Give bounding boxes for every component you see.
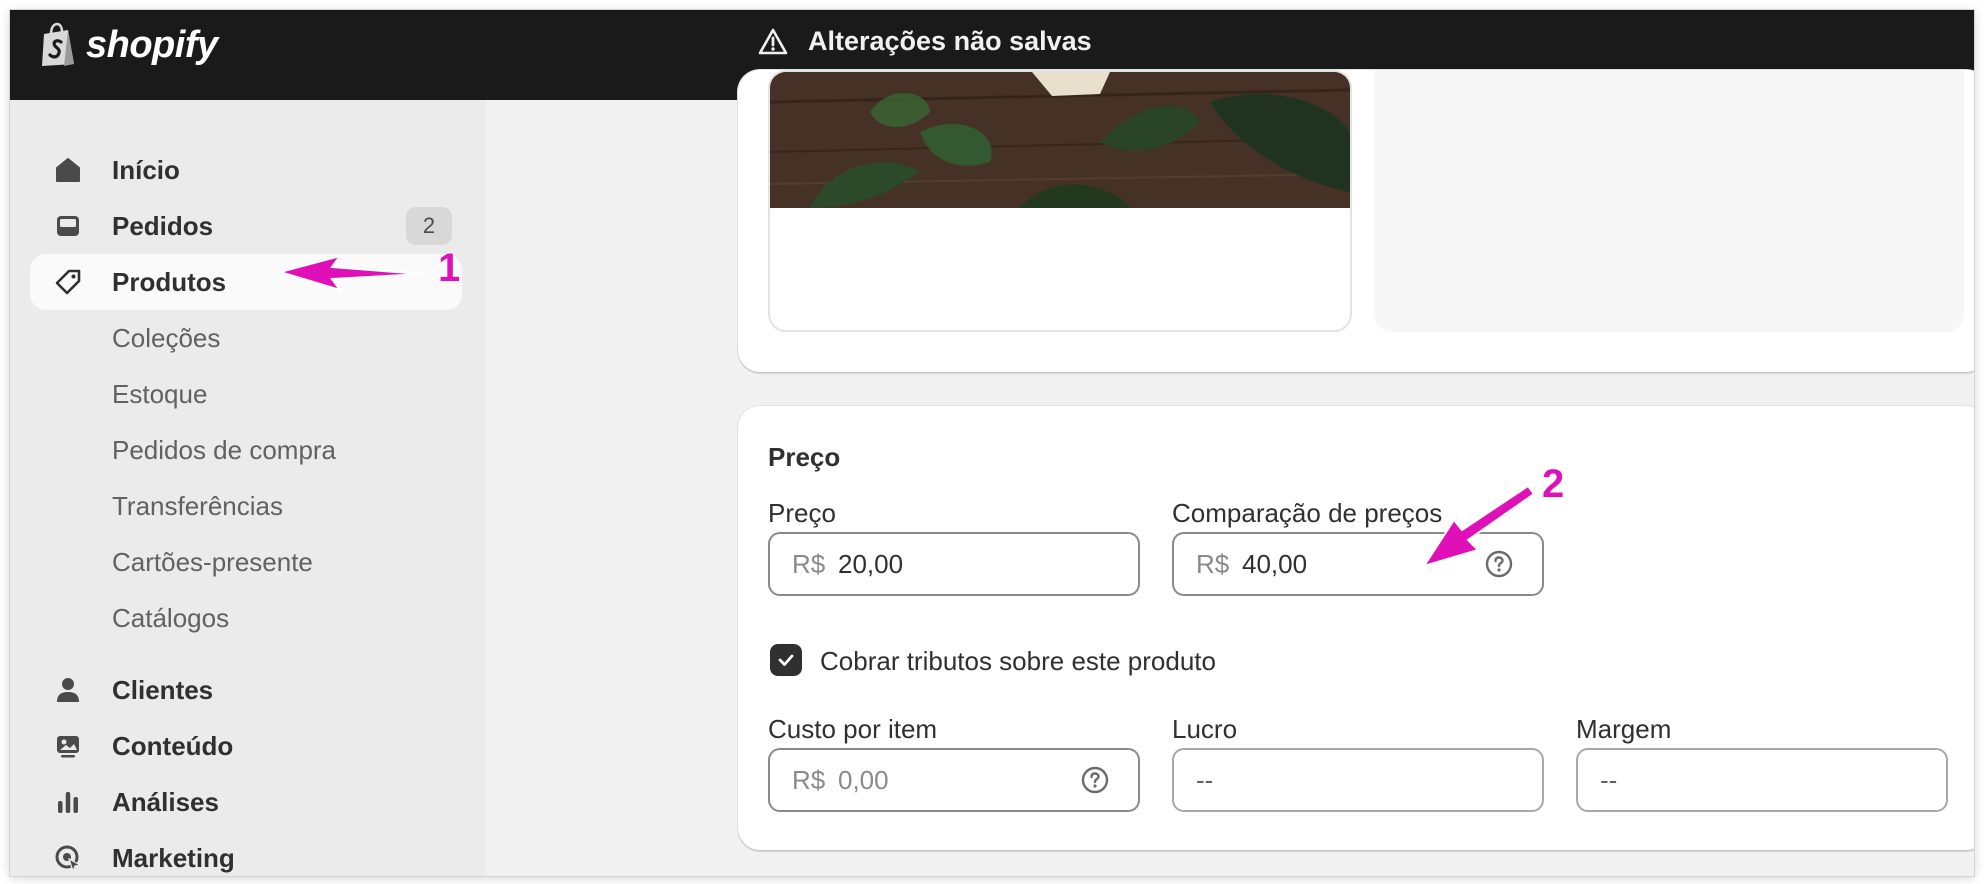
target-icon [52, 842, 84, 874]
sidebar-item-conteudo[interactable]: Conteúdo [30, 718, 462, 774]
media-area [1374, 70, 1964, 332]
compare-at-price-field[interactable]: R$ 40,00 [1172, 532, 1544, 596]
sidebar-item-label: Estoque [112, 378, 208, 409]
warning-icon [758, 28, 788, 54]
compare-at-price-label: Comparação de preços [1172, 498, 1443, 528]
profit-field: -- [1172, 748, 1544, 812]
help-icon[interactable] [1080, 765, 1110, 795]
sidebar-item-transferencias[interactable]: Transferências [30, 478, 462, 534]
compare-at-price-value: 40,00 [1242, 548, 1308, 579]
logo-wordmark: shopify [86, 23, 218, 66]
sidebar-item-clientes[interactable]: Clientes [30, 662, 462, 718]
sidebar-item-colecoes[interactable]: Coleções [30, 310, 462, 366]
sidebar-item-label: Cartões-presente [112, 546, 313, 577]
sidebar-item-label: Pedidos [112, 210, 214, 241]
currency-prefix: R$ [1196, 548, 1230, 579]
currency-prefix: R$ [792, 548, 826, 579]
sidebar-item-label: Pedidos de compra [112, 434, 337, 465]
unsaved-changes-text: Alterações não salvas [808, 26, 1092, 56]
charge-tax-label[interactable]: Cobrar tributos sobre este produto [820, 646, 1216, 677]
cost-per-item-placeholder: 0,00 [838, 764, 889, 795]
main-content: Preço Preço R$ 20,00 Comparação de preço… [486, 70, 1974, 876]
currency-prefix: R$ [792, 764, 826, 795]
orders-count-badge: 2 [406, 207, 452, 245]
media-card [738, 70, 1974, 372]
sidebar-item-label: Clientes [112, 674, 214, 705]
inbox-icon [52, 210, 84, 242]
sidebar-item-label: Transferências [112, 490, 283, 521]
price-value: 20,00 [838, 548, 904, 579]
sidebar-nav: Início Pedidos 2 Produtos Coleções Estoq… [10, 100, 486, 876]
shopify-bag-icon [42, 22, 74, 66]
product-photo [770, 72, 1350, 208]
sidebar-item-label: Coleções [112, 322, 221, 353]
app-window: shopify Alterações não salvas Início Ped… [10, 10, 1974, 876]
sidebar-item-catalogos[interactable]: Catálogos [30, 590, 462, 646]
person-icon [52, 674, 84, 706]
sidebar-item-label: Produtos [112, 266, 227, 297]
margin-field: -- [1576, 748, 1948, 812]
profit-value: -- [1196, 764, 1214, 795]
sidebar-item-produtos[interactable]: Produtos [30, 254, 462, 310]
price-label: Preço [768, 498, 836, 528]
tag-icon [52, 266, 84, 298]
sidebar-item-label: Catálogos [112, 602, 230, 633]
home-icon [52, 154, 84, 186]
sidebar-item-marketing[interactable]: Marketing [30, 830, 462, 876]
margin-value: -- [1600, 764, 1618, 795]
sidebar-item-analises[interactable]: Análises [30, 774, 462, 830]
price-field[interactable]: R$ 20,00 [768, 532, 1140, 596]
annotation-number-1: 1 [438, 246, 461, 290]
sidebar-item-label: Conteúdo [112, 730, 234, 761]
profit-label: Lucro [1172, 714, 1238, 744]
pricing-card: Preço Preço R$ 20,00 Comparação de preço… [738, 406, 1974, 850]
sidebar-item-label: Marketing [112, 842, 235, 873]
sidebar-item-pedidos-de-compra[interactable]: Pedidos de compra [30, 422, 462, 478]
sidebar-item-inicio[interactable]: Início [30, 142, 462, 198]
unsaved-changes-notice: Alterações não salvas [758, 26, 1092, 57]
sidebar-item-cartoes-presente[interactable]: Cartões-presente [30, 534, 462, 590]
help-icon[interactable] [1484, 549, 1514, 579]
checkmark-icon [778, 654, 794, 666]
annotation-number-2: 2 [1542, 462, 1565, 506]
cost-per-item-label: Custo por item [768, 714, 938, 744]
product-media-tile[interactable] [768, 70, 1352, 332]
image-icon [52, 730, 84, 762]
pricing-card-title: Preço [768, 442, 841, 472]
sidebar-item-estoque[interactable]: Estoque [30, 366, 462, 422]
bar-chart-icon [52, 786, 84, 818]
charge-tax-checkbox[interactable] [770, 644, 802, 676]
cost-per-item-field[interactable]: R$ 0,00 [768, 748, 1140, 812]
sidebar-item-label: Análises [112, 786, 219, 817]
sidebar-item-label: Início [112, 154, 180, 185]
margin-label: Margem [1576, 714, 1672, 744]
shopify-logo[interactable]: shopify [38, 20, 218, 70]
sidebar-item-pedidos[interactable]: Pedidos 2 [30, 198, 462, 254]
